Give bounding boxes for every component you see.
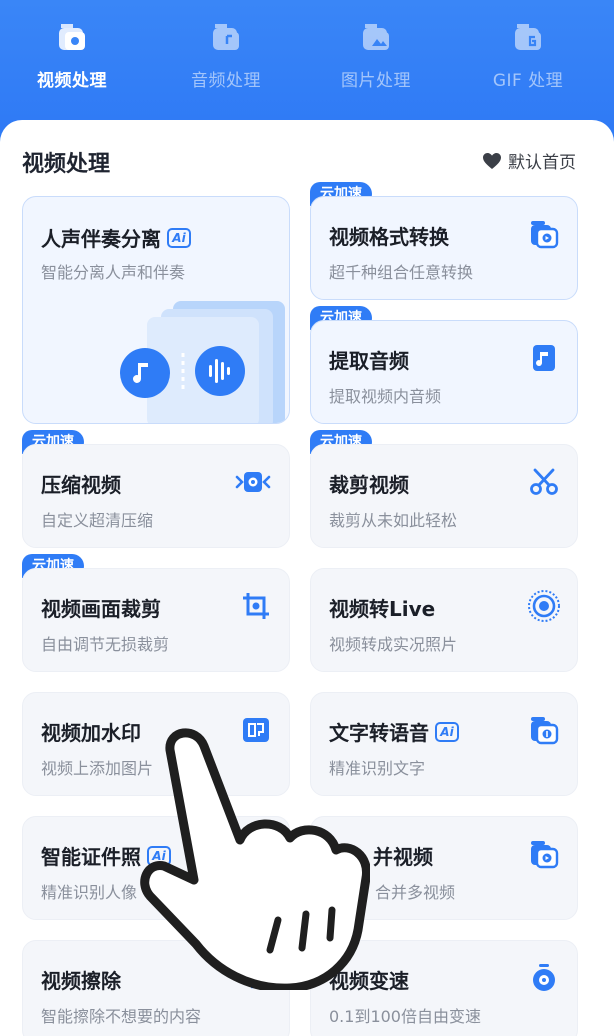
card-video-to-live[interactable]: 视频转Live 视频转成实况照片 — [310, 568, 578, 672]
tab-label: GIF 处理 — [492, 71, 564, 91]
card-compress-video[interactable]: 压缩视频 自定义超清压缩 — [22, 444, 290, 548]
scissors-icon — [530, 468, 558, 495]
text-to-speech-icon — [531, 717, 559, 745]
tab-label: 视频处理 — [37, 71, 107, 91]
card-title: 提取音频 — [329, 349, 409, 373]
default-home-label: 默认首页 — [508, 153, 576, 173]
tab-label: 音频处理 — [191, 71, 261, 91]
audio-folder-icon — [209, 20, 243, 54]
card-subtitle: 精准识别人像 — [41, 883, 138, 902]
tab-label: 图片处理 — [341, 71, 411, 91]
card-video-format[interactable]: 视频格式转换 超千种组合任意转换 — [310, 196, 578, 300]
card-subtitle: 视频转成实况照片 — [329, 635, 458, 654]
ai-badge: Ai — [435, 721, 459, 742]
card-title: 裁剪视频 — [329, 473, 409, 497]
default-home-button[interactable]: 默认首页 — [482, 148, 576, 173]
section-title: 视频处理 — [22, 152, 111, 177]
crop-icon — [243, 593, 269, 619]
compress-icon — [235, 472, 271, 492]
card-title: 视频格式转换 — [329, 225, 449, 249]
card-subtitle: 裁剪从未如此轻松 — [329, 511, 458, 530]
card-title: 并视频 — [373, 845, 433, 869]
card-subtitle: 智能擦除不想要的内容 — [41, 1007, 202, 1026]
card-trim-video[interactable]: 裁剪视频 裁剪从未如此轻松 — [310, 444, 578, 548]
live-photo-icon — [528, 590, 560, 622]
card-title: 压缩视频 — [41, 473, 121, 497]
card-extract-audio[interactable]: 提取音频 提取视频内音频 — [310, 320, 578, 424]
tab-audio[interactable]: 音频处理 — [156, 20, 296, 91]
merge-video-icon — [531, 841, 559, 869]
heart-icon — [483, 152, 501, 169]
card-subtitle: 合并多视频 — [375, 883, 456, 902]
vocal-separation-illustration — [120, 301, 285, 423]
tap-hint-hand-icon — [140, 728, 370, 990]
top-tab-bar: 视频处理 音频处理 图片处理 GIF 处理 — [0, 0, 614, 130]
card-subtitle: 0.1到100倍自由变速 — [329, 1007, 481, 1026]
card-subtitle: 提取视频内音频 — [329, 387, 442, 406]
tab-gif[interactable]: GIF 处理 — [458, 20, 598, 91]
gif-folder-icon — [511, 20, 545, 54]
video-folder-icon — [55, 20, 89, 54]
speed-timer-icon — [533, 964, 555, 991]
card-subtitle: 自定义超清压缩 — [41, 511, 154, 530]
card-vocal-separation[interactable]: 人声伴奏分离 Ai 智能分离人声和伴奏 — [22, 196, 290, 424]
card-video-crop[interactable]: 视频画面裁剪 自由调节无损裁剪 — [22, 568, 290, 672]
card-subtitle: 超千种组合任意转换 — [329, 263, 474, 282]
card-title: 视频擦除 — [41, 969, 121, 993]
card-title: 视频画面裁剪 — [41, 597, 161, 621]
tab-image[interactable]: 图片处理 — [306, 20, 446, 91]
card-title: 视频转Live — [329, 597, 436, 621]
video-convert-icon — [531, 221, 559, 249]
tab-video[interactable]: 视频处理 — [2, 20, 142, 91]
card-subtitle: 自由调节无损裁剪 — [41, 635, 170, 654]
music-file-icon — [533, 345, 555, 371]
card-title: 视频加水印 — [41, 721, 141, 745]
image-folder-icon — [359, 20, 393, 54]
